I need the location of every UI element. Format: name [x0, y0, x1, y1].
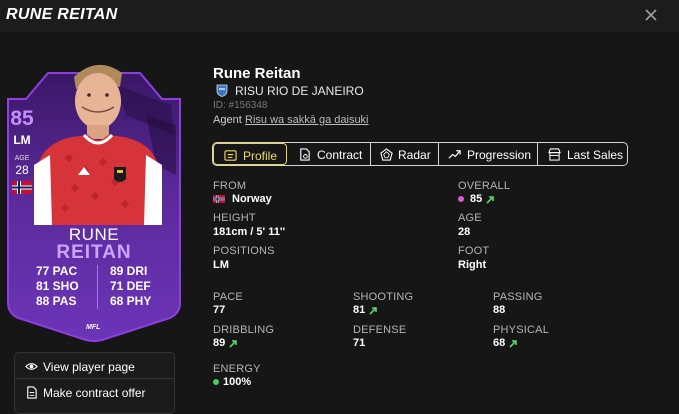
card-stat-def: 71 DEF: [110, 279, 151, 293]
agent-link[interactable]: Risu wa sakkā ga daisuki: [245, 114, 369, 126]
close-icon[interactable]: [640, 4, 662, 26]
defense-label: DEFENSE: [353, 324, 407, 336]
tab-profile[interactable]: Profile: [213, 143, 287, 165]
dribbling-label: DRIBBLING: [213, 324, 275, 336]
card-stat-sho: 81 SHO: [36, 279, 79, 293]
pace-label: PACE: [213, 291, 243, 303]
mfl-logo: MFL: [86, 324, 101, 331]
age-label: AGE: [458, 212, 482, 224]
card-stat-row: 81 SHO 71 DEF: [36, 279, 160, 294]
pace-value: 77: [213, 304, 226, 316]
passing-value: 88: [493, 304, 506, 316]
eye-icon: [25, 363, 38, 370]
passing-label: PASSING: [493, 291, 543, 303]
card-stat-pac: 77 PAC: [36, 264, 78, 278]
foot-value: Right: [458, 259, 487, 271]
player-tabs: Profile Contract Radar Progression Last …: [212, 142, 628, 166]
arrow-up-right-icon: [486, 196, 494, 204]
tab-last-sales-label: Last Sales: [567, 148, 624, 162]
shooting-value: 81: [353, 304, 366, 316]
norway-flag-icon: [213, 195, 225, 203]
player-card: 85 LM AGE 28 RUNE REITAN 77 PAC 89 DRI 8…: [6, 55, 182, 342]
agent-label: Agent: [213, 114, 242, 126]
player-photo: [34, 64, 162, 225]
card-stat-row: 77 PAC 89 DRI: [36, 264, 160, 279]
tab-last-sales[interactable]: Last Sales: [537, 143, 627, 165]
arrow-up-right-icon: [509, 340, 517, 348]
overall-label: OVERALL: [458, 180, 511, 192]
physical-value: 68: [493, 337, 506, 349]
card-stats: 77 PAC 89 DRI 81 SHO 71 DEF 88 PAS 68 PH…: [36, 264, 160, 309]
club-crest-icon: [216, 84, 228, 97]
positions-value: LM: [213, 259, 229, 271]
make-contract-offer-label: Make contract offer: [43, 386, 146, 400]
card-last-name: REITAN: [56, 242, 132, 263]
card-stat-pas: 88 PAS: [36, 294, 77, 308]
card-stat-phy: 68 PHY: [110, 294, 152, 308]
shooting-label: SHOOTING: [353, 291, 414, 303]
dribbling-value: 89: [213, 337, 226, 349]
physical-label: PHYSICAL: [493, 324, 550, 336]
menu-divider: [15, 378, 174, 379]
height-value: 181cm / 5' 11'': [213, 226, 286, 238]
from-label: FROM: [213, 180, 247, 192]
card-stat-row: 88 PAS 68 PHY: [36, 294, 160, 309]
radar-icon: [380, 148, 393, 161]
view-player-page-button[interactable]: View player page: [15, 354, 174, 379]
positions-label: POSITIONS: [213, 245, 275, 257]
age-value: 28: [458, 226, 471, 238]
player-name: Rune Reitan: [213, 65, 301, 82]
tab-contract-label: Contract: [317, 148, 363, 162]
foot-label: FOOT: [458, 245, 490, 257]
shop-icon: [548, 148, 561, 161]
overall-dot: [458, 196, 464, 202]
contract-icon: [300, 148, 310, 161]
card-stats-divider: [97, 265, 98, 309]
player-actions-menu: View player page Make contract offer: [14, 352, 175, 414]
tab-progression[interactable]: Progression: [438, 143, 537, 165]
player-id: ID: #156348: [213, 100, 268, 111]
card-stat-dri: 89 DRI: [110, 264, 148, 278]
tab-profile-label: Profile: [243, 149, 278, 163]
profile-card-icon: [224, 150, 237, 161]
tab-contract[interactable]: Contract: [287, 143, 370, 165]
height-label: HEIGHT: [213, 212, 256, 224]
make-contract-offer-button[interactable]: Make contract offer: [15, 380, 174, 405]
modal-title: RUNE REITAN: [6, 6, 118, 23]
tab-progression-label: Progression: [467, 148, 532, 162]
overall-value: 85: [470, 193, 483, 205]
view-player-page-label: View player page: [43, 360, 135, 374]
club-name[interactable]: RISU RIO DE JANEIRO: [235, 84, 364, 98]
defense-value: 71: [353, 337, 366, 349]
arrow-up-right-icon: [369, 307, 377, 315]
trend-icon: [448, 150, 461, 159]
energy-label: ENERGY: [213, 363, 261, 375]
energy-dot: [213, 379, 219, 385]
tab-radar[interactable]: Radar: [370, 143, 438, 165]
energy-value: 100%: [223, 376, 252, 388]
document-icon: [27, 386, 37, 399]
arrow-up-right-icon: [229, 340, 237, 348]
from-value: Norway: [232, 193, 272, 205]
tab-radar-label: Radar: [398, 148, 431, 162]
